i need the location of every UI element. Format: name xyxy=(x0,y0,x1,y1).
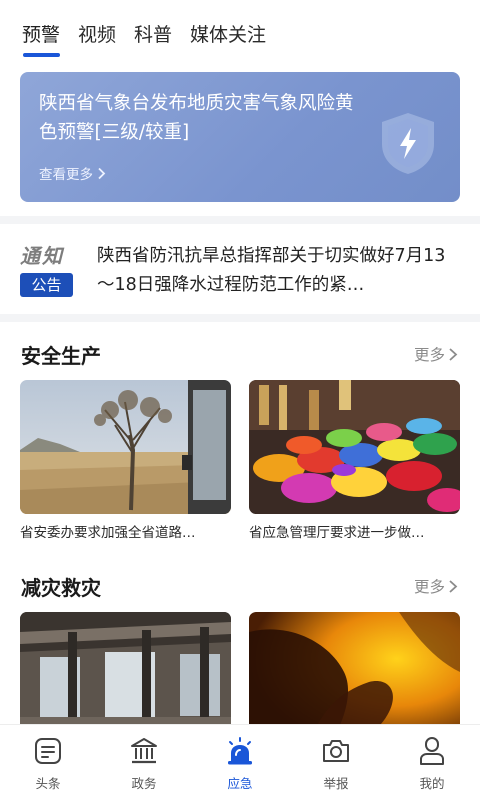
government-building-icon xyxy=(131,738,157,764)
notice-row[interactable]: 通知 公告 陕西省防汛抗旱总指挥部关于切实做好7月13～18日强降水过程防范工作… xyxy=(0,224,480,314)
tab-media[interactable]: 媒体关注 xyxy=(190,20,266,47)
bottom-nav: 头条 政务 应急 举报 我的 xyxy=(0,724,480,800)
nav-emergency[interactable]: 应急 xyxy=(200,735,280,792)
nav-report[interactable]: 举报 xyxy=(296,735,376,792)
divider xyxy=(0,216,480,224)
savanna-tree-photo xyxy=(20,380,231,514)
active-tab-indicator xyxy=(23,53,60,57)
nav-mine[interactable]: 我的 xyxy=(392,735,472,792)
divider xyxy=(0,314,480,322)
lightning-shield-icon xyxy=(382,113,434,174)
section-title: 安全生产 xyxy=(21,344,101,368)
section-header-disaster: 减灾救灾 更多 xyxy=(0,572,480,612)
more-label: 更多 xyxy=(413,578,445,596)
notice-word: 通知 xyxy=(20,244,64,268)
tab-warning[interactable]: 预警 xyxy=(22,20,60,47)
tab-science[interactable]: 科普 xyxy=(134,20,172,47)
nav-government[interactable]: 政务 xyxy=(104,735,184,792)
warning-banner[interactable]: 陕西省气象台发布地质灾害气象风险黄色预警[三级/较重] 查看更多 xyxy=(20,72,460,202)
section-more-link[interactable]: 更多 xyxy=(414,343,458,365)
notice-text: 陕西省防汛抗旱总指挥部关于切实做好7月13～18日强降水过程防范工作的紧… xyxy=(97,246,446,295)
news-caption: 省应急管理厅要求进一步做… xyxy=(249,525,425,541)
user-icon xyxy=(420,737,444,765)
news-card[interactable]: 省安委办要求加强全省道路… xyxy=(20,380,231,541)
nav-label: 政务 xyxy=(131,776,157,791)
chevron-right-icon xyxy=(98,167,106,179)
banner-title: 陕西省气象台发布地质灾害气象风险黄色预警[三级/较重] xyxy=(39,93,354,143)
nav-label: 举报 xyxy=(323,776,349,791)
banner-more-link[interactable]: 查看更多 xyxy=(39,163,106,183)
news-card[interactable]: 省应急管理厅要求进一步做… xyxy=(249,380,460,541)
chevron-right-icon xyxy=(449,579,458,593)
banner-more-label: 查看更多 xyxy=(39,167,93,183)
section-title: 减灾救灾 xyxy=(21,576,101,600)
more-label: 更多 xyxy=(413,346,445,364)
alarm-siren-icon xyxy=(228,737,252,765)
headline-icon xyxy=(35,738,61,764)
chevron-right-icon xyxy=(449,347,458,361)
news-caption: 省安委办要求加强全省道路… xyxy=(20,525,196,541)
nav-label: 应急 xyxy=(227,776,253,791)
nav-headline[interactable]: 头条 xyxy=(8,735,88,792)
nav-label: 头条 xyxy=(35,776,61,791)
section-more-link[interactable]: 更多 xyxy=(414,575,458,597)
section-header-safety: 安全生产 更多 xyxy=(0,340,480,380)
top-tabs: 预警 视频 科普 媒体关注 xyxy=(0,0,480,62)
notice-tag: 公告 xyxy=(20,273,73,297)
camera-icon xyxy=(323,740,349,762)
notice-badge: 通知 公告 xyxy=(20,240,75,297)
nav-label: 我的 xyxy=(419,776,445,791)
tab-video[interactable]: 视频 xyxy=(78,20,116,47)
colored-powder-market-photo xyxy=(249,380,460,514)
